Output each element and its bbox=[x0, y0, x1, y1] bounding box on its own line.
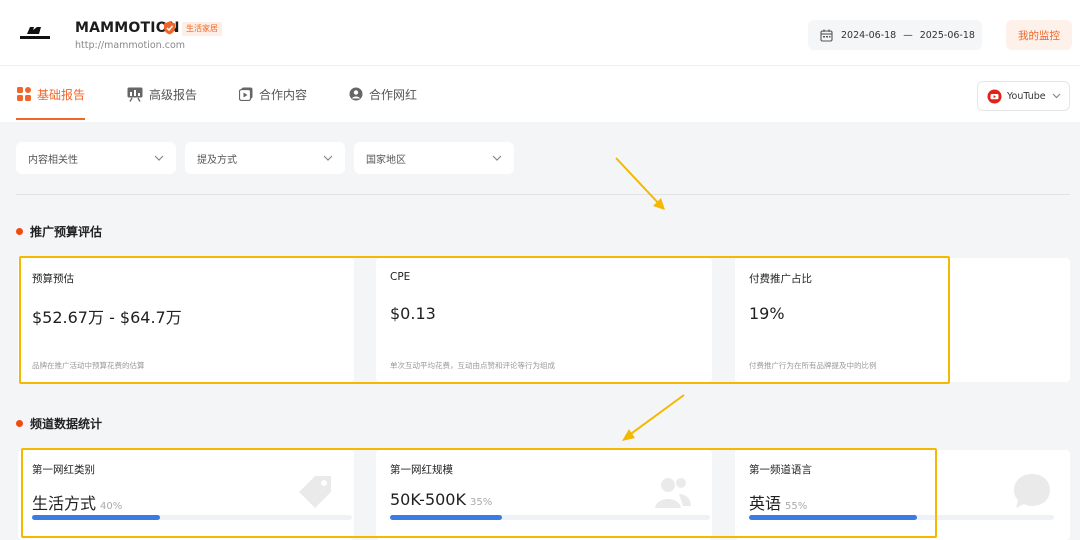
date-end: 2025-06-18 bbox=[919, 29, 975, 41]
filter-divider bbox=[16, 194, 1070, 195]
card-value-row: 生活方式 40% bbox=[32, 490, 122, 514]
date-separator: — bbox=[903, 29, 913, 41]
brand-logo bbox=[20, 27, 50, 39]
category-badge: 生活家居 bbox=[182, 22, 222, 36]
progress-fill bbox=[32, 515, 160, 520]
card-label: 第一网红类别 bbox=[32, 464, 95, 476]
top-category-card: 第一网红类别 生活方式 40% bbox=[18, 450, 354, 540]
progress-fill bbox=[390, 515, 502, 520]
chevron-down-icon bbox=[1052, 93, 1061, 99]
speech-bubble-icon bbox=[1014, 474, 1050, 508]
card-value: $52.67万 - $64.7万 bbox=[32, 308, 182, 327]
person-icon bbox=[349, 87, 363, 101]
filter-label: 内容相关性 bbox=[28, 154, 78, 166]
card-percentage: 35% bbox=[469, 497, 493, 508]
my-monitor-button[interactable]: 我的监控 bbox=[1006, 20, 1072, 50]
chevron-down-icon bbox=[323, 155, 333, 161]
cpe-card: CPE $0.13 单次互动平均花费，互动由点赞和评论等行为组成 bbox=[376, 258, 712, 382]
header: MAMMOTION 生活家居 http://mammotion.com 2024… bbox=[0, 0, 1080, 66]
card-label: 付费推广占比 bbox=[749, 273, 812, 285]
tab-collab-influencers[interactable]: 合作网红 bbox=[349, 66, 417, 122]
calendar-icon bbox=[820, 29, 833, 42]
tab-label: 合作网红 bbox=[369, 87, 418, 102]
top-scale-card: 第一网红规模 50K-500K 35% bbox=[376, 450, 712, 540]
tab-basic-report[interactable]: 基础报告 bbox=[17, 66, 85, 122]
date-range-picker[interactable]: 2024-06-18 — 2025-06-18 bbox=[808, 20, 982, 50]
chevron-down-icon bbox=[492, 155, 502, 161]
annotation-arrow-icon bbox=[615, 157, 665, 210]
card-description: 付费推广行为在所有品牌提及中的比例 bbox=[749, 361, 877, 370]
card-value: 生活方式 bbox=[32, 494, 97, 513]
verified-icon bbox=[164, 21, 175, 35]
paid-promo-ratio-card: 付费推广占比 19% 付费推广行为在所有品牌提及中的比例 bbox=[735, 258, 1070, 382]
card-value: 英语 bbox=[749, 494, 782, 513]
country-filter[interactable]: 国家地区 bbox=[354, 142, 514, 174]
tab-label: 基础报告 bbox=[37, 87, 86, 102]
section-title-text: 频道数据统计 bbox=[30, 417, 103, 431]
mention-type-filter[interactable]: 提及方式 bbox=[185, 142, 345, 174]
card-value-row: 50K-500K 35% bbox=[390, 490, 492, 509]
platform-select[interactable]: YouTube bbox=[977, 81, 1070, 111]
tab-label: 高级报告 bbox=[149, 87, 198, 102]
budget-section-title: 推广预算评估 bbox=[16, 223, 102, 240]
date-start: 2024-06-18 bbox=[841, 29, 897, 41]
budget-estimate-card: 预算预估 $52.67万 - $64.7万 品牌在推广活动中预算花费的估算 bbox=[18, 258, 354, 382]
card-value: 19% bbox=[749, 304, 785, 323]
section-dot bbox=[16, 420, 23, 427]
card-value: 50K-500K bbox=[390, 490, 466, 509]
report-tabs: 基础报告 高级报告 合作内容 合作网红 bbox=[0, 66, 1080, 122]
card-label: CPE bbox=[390, 271, 411, 283]
annotation-arrow-icon bbox=[622, 394, 685, 441]
section-title-text: 推广预算评估 bbox=[30, 225, 103, 239]
filter-label: 国家地区 bbox=[366, 154, 406, 166]
top-language-card: 第一频道语言 英语 55% bbox=[735, 450, 1070, 540]
section-dot bbox=[16, 228, 23, 235]
report-icon bbox=[127, 87, 143, 102]
progress-track bbox=[32, 515, 352, 520]
card-percentage: 55% bbox=[785, 501, 808, 512]
tab-collab-content[interactable]: 合作内容 bbox=[239, 66, 307, 122]
tag-icon bbox=[299, 476, 331, 508]
channel-section-title: 频道数据统计 bbox=[16, 415, 102, 432]
brand-url[interactable]: http://mammotion.com bbox=[75, 40, 185, 51]
users-icon bbox=[655, 478, 691, 508]
card-percentage: 40% bbox=[100, 501, 123, 512]
card-description: 品牌在推广活动中预算花费的估算 bbox=[32, 361, 145, 370]
platform-label: YouTube bbox=[1007, 90, 1046, 102]
active-tab-indicator bbox=[16, 118, 85, 120]
card-label: 第一频道语言 bbox=[749, 464, 812, 476]
card-value: $0.13 bbox=[390, 304, 436, 323]
filter-label: 提及方式 bbox=[197, 154, 237, 166]
chevron-down-icon bbox=[154, 155, 164, 161]
card-label: 第一网红规模 bbox=[390, 464, 453, 476]
progress-track bbox=[749, 515, 1054, 520]
card-description: 单次互动平均花费，互动由点赞和评论等行为组成 bbox=[390, 361, 555, 370]
tab-label: 合作内容 bbox=[259, 87, 308, 102]
youtube-icon bbox=[987, 89, 1002, 103]
card-value-row: 英语 55% bbox=[749, 490, 807, 514]
progress-track bbox=[390, 515, 710, 520]
relevance-filter[interactable]: 内容相关性 bbox=[16, 142, 176, 174]
card-label: 预算预估 bbox=[32, 273, 74, 285]
tab-advanced-report[interactable]: 高级报告 bbox=[127, 66, 197, 122]
progress-fill bbox=[749, 515, 917, 520]
content-icon bbox=[239, 87, 253, 101]
grid-icon bbox=[17, 87, 31, 101]
